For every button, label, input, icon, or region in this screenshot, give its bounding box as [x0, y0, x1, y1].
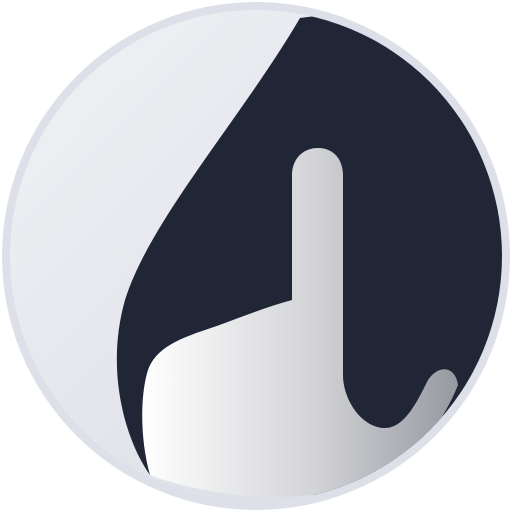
pointing-hand-icon — [2, 2, 510, 510]
app-icon — [0, 0, 512, 512]
